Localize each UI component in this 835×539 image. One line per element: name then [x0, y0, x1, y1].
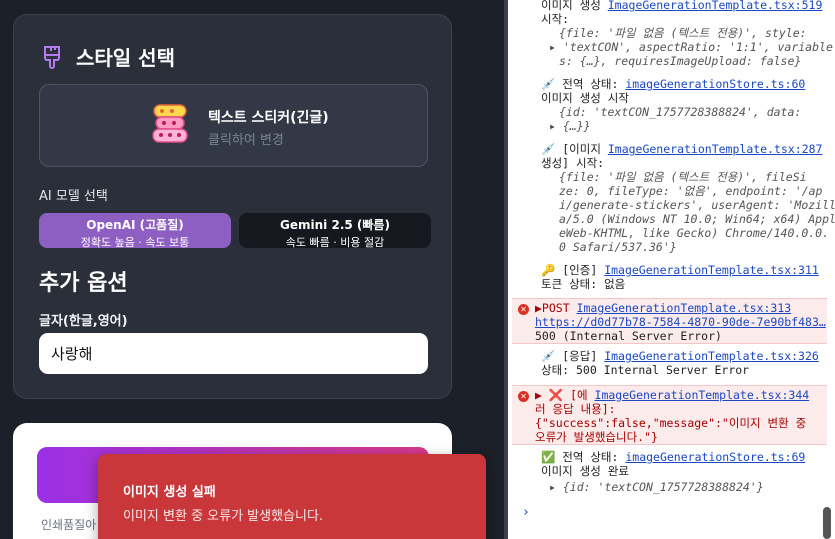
console-entry: 💉 [이미지 ImageGenerationTemplate.tsx:287 생…	[516, 141, 835, 261]
text-field-label: 글자(한글,영어)	[39, 314, 128, 329]
devtools-console[interactable]: 이미지 생성 ImageGenerationTemplate.tsx:519 시…	[504, 0, 835, 539]
log-text: ▶POST	[535, 301, 577, 315]
log-object: s: {…}, requiresImageUpload: false}	[559, 54, 802, 68]
style-card[interactable]: 텍스트 스티커(긴글) 클릭하여 변경	[39, 84, 428, 167]
source-link[interactable]: ImageGenerationTemplate.tsx:326	[604, 349, 819, 363]
toast-title: 이미지 생성 실패	[123, 485, 216, 500]
log-text: 500 (Internal Server Error)	[535, 329, 722, 343]
source-link[interactable]: imageGenerationStore.ts:60	[625, 77, 805, 91]
source-link[interactable]: ImageGenerationTemplate.tsx:287	[608, 142, 823, 156]
expand-caret-icon[interactable]: ▸	[549, 119, 563, 133]
log-text: ▶ ❌ [에	[535, 388, 595, 402]
error-icon: ✕	[518, 391, 529, 402]
options-title: 추가 옵션	[39, 271, 128, 296]
toast-message: 이미지 변환 중 오류가 발생했습니다.	[123, 509, 324, 524]
log-object: {id: 'textCON_1757728388824', data:	[559, 105, 802, 119]
model-label: AI 모델 선택	[39, 189, 108, 204]
model-gemini-desc: 속도 빠름 · 비용 절감	[285, 236, 385, 249]
error-toast[interactable]: 이미지 생성 실패 이미지 변환 중 오류가 발생했습니다.	[98, 454, 486, 539]
log-object: a/5.0 (Windows NT 10.0; Win64; x64) Appl…	[559, 212, 835, 226]
log-text: 이미지 생성	[541, 0, 608, 12]
source-link[interactable]: ImageGenerationTemplate.tsx:519	[608, 0, 823, 12]
console-entry: ✅ 전역 상태: imageGenerationStore.ts:69 이미지 …	[516, 449, 827, 497]
log-text: 시작:	[541, 12, 570, 26]
console-entry: 🔑 [인증] ImageGenerationTemplate.tsx:311 토…	[516, 262, 827, 294]
log-object: {file: '파일 없음 (텍스트 전용)', style:	[559, 26, 807, 40]
log-text: {"success":false,"message":"이미지 변환 중	[535, 416, 807, 430]
log-text: 생성] 시작:	[541, 156, 605, 170]
sticker-thumbnail-icon	[152, 104, 188, 143]
console-error-entry: ✕ ▶POST ImageGenerationTemplate.tsx:313 …	[512, 298, 827, 344]
style-change-hint: 클릭하여 변경	[208, 133, 284, 148]
console-entry: 💉 전역 상태: imageGenerationStore.ts:60 이미지 …	[516, 76, 827, 136]
request-url-link[interactable]: https://d0d77b78-7584-4870-90de-7e90bf48…	[535, 316, 826, 329]
source-link[interactable]: ImageGenerationTemplate.tsx:313	[577, 301, 792, 315]
source-link[interactable]: imageGenerationStore.ts:69	[625, 450, 805, 464]
model-openai-name: OpenAI (고품질)	[86, 218, 184, 232]
source-link[interactable]: ImageGenerationTemplate.tsx:344	[595, 388, 810, 402]
log-object: i/generate-stickers', userAgent: 'Mozill	[559, 198, 835, 212]
source-link[interactable]: ImageGenerationTemplate.tsx:311	[604, 263, 819, 277]
log-object: {id: 'textCON_1757728388824'}	[562, 480, 764, 494]
style-panel: 스타일 선택 텍스트 스티커(긴글) 클릭하여 변경 AI 모델 선택 Open…	[13, 14, 452, 399]
expand-caret-icon[interactable]: ▸	[549, 480, 563, 494]
console-entry: 💉 [응답] ImageGenerationTemplate.tsx:326 상…	[516, 348, 827, 382]
style-name: 텍스트 스티커(긴글)	[208, 110, 329, 126]
log-text: 이미지 생성 완료	[541, 464, 629, 478]
model-openai-desc: 정확도 높음 · 속도 보통	[80, 236, 190, 249]
log-object: {file: '파일 없음 (텍스트 전용)', fileSi	[559, 170, 807, 184]
app-pane: 스타일 선택 텍스트 스티커(긴글) 클릭하여 변경 AI 모델 선택 Open…	[0, 0, 504, 539]
log-text: 💉 [응답]	[541, 349, 605, 363]
log-text: 이미지 생성 시작	[541, 91, 629, 105]
panel-header: 스타일 선택	[42, 42, 175, 71]
panel-title: 스타일 선택	[76, 46, 175, 70]
log-text: ✅ 전역 상태:	[541, 450, 626, 464]
log-text: 오류가 발생했습니다."}	[535, 430, 658, 444]
console-entry: 이미지 생성 ImageGenerationTemplate.tsx:519 시…	[516, 0, 833, 69]
model-gemini-button[interactable]: Gemini 2.5 (빠름) 속도 빠름 · 비용 절감	[239, 213, 431, 249]
paintbrush-icon	[44, 45, 60, 69]
expand-caret-icon[interactable]: ▸	[549, 40, 563, 54]
log-object: 0 Safari/537.36'}	[559, 240, 677, 254]
log-object: 'textCON', aspectRatio: '1:1', variable	[562, 40, 833, 54]
log-text: 토큰 상태: 없음	[541, 277, 626, 291]
console-prompt[interactable]: ›	[522, 505, 530, 520]
print-quality-note: 인쇄품질아	[41, 518, 97, 532]
log-text: 🔑 [인증]	[541, 263, 605, 277]
log-object: ze: 0, fileType: '없음', endpoint: '/ap	[559, 184, 823, 198]
log-text: 💉 전역 상태:	[541, 77, 626, 91]
log-object: {…}}	[562, 119, 591, 133]
model-gemini-name: Gemini 2.5 (빠름)	[280, 218, 390, 232]
error-icon: ✕	[518, 304, 529, 315]
console-error-entry: ✕ ▶ ❌ [에 ImageGenerationTemplate.tsx:344…	[512, 385, 827, 445]
log-text: 상태: 500 Internal Server Error	[541, 363, 750, 377]
sticker-text-input[interactable]	[39, 333, 428, 374]
model-openai-button[interactable]: OpenAI (고품질) 정확도 높음 · 속도 보통	[39, 213, 231, 249]
log-text: 💉 [이미지	[541, 142, 608, 156]
console-scrollbar[interactable]	[823, 507, 831, 539]
log-text: 러 응답 내용]:	[535, 402, 616, 416]
log-object: eWeb-KHTML, like Gecko) Chrome/140.0.0.	[559, 226, 830, 240]
